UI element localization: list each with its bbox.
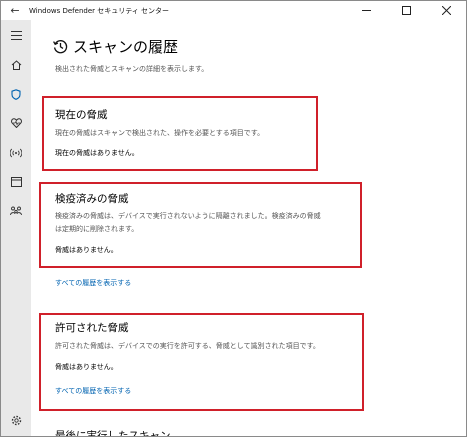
nav-item-device-health[interactable] [1,112,31,134]
section-status: 現在の脅威はありません。 [55,149,139,157]
maximize-button[interactable] [386,1,426,20]
close-icon [441,6,451,15]
last-scan-heading: 最後に実行したスキャン [55,430,171,437]
main-content: スキャンの履歴 検出された脅威とスキャンの詳細を表示します。 現在の脅威 現在の… [31,20,466,437]
home-icon [11,60,21,70]
browser-window-icon [10,177,22,187]
section-description: 現在の脅威はスキャンで検出された、操作を必要とする項目です。 [55,129,265,137]
minimize-button[interactable] [346,1,386,20]
quarantined-view-history-link[interactable]: すべての履歴を表示する [55,278,131,288]
nav-item-firewall[interactable] [1,142,31,164]
gear-icon [11,415,21,425]
section-allowed-threats: 許可された脅威 許可された脅威は、デバイスでの実行を許可する、脅威として識別され… [55,320,320,396]
wireless-icon [10,148,22,158]
title-bar: ← Windows Defender セキュリティ センター [1,1,466,20]
page-title: スキャンの履歴 [73,38,179,56]
menu-button[interactable] [1,24,31,46]
heart-icon [10,118,22,128]
section-description-line1: 検疫済みの脅威は、デバイスで実行されないように隔離されました。検疫済みの脅威 [55,212,321,220]
page-subtitle: 検出された脅威とスキャンの詳細を表示します。 [55,65,209,73]
section-heading: 許可された脅威 [55,322,129,334]
app-window: ← Windows Defender セキュリティ センター スキャンの履歴 検… [0,0,467,437]
close-button[interactable] [426,1,466,20]
nav-item-home[interactable] [1,54,31,76]
history-clock-icon [53,40,68,54]
nav-item-virus-protection[interactable] [1,83,31,105]
hamburger-icon [10,30,22,40]
minimize-icon [361,10,371,11]
section-heading: 検疫済みの脅威 [55,193,129,205]
nav-item-app-browser[interactable] [1,171,31,193]
section-heading: 現在の脅威 [55,109,108,121]
nav-item-settings[interactable] [1,409,31,431]
window-title: Windows Defender セキュリティ センター [29,6,170,15]
shield-icon [11,88,21,100]
back-button[interactable]: ← [1,1,29,20]
section-description: 許可された脅威は、デバイスでの実行を許可する、脅威として識別された項目です。 [55,342,320,350]
allowed-view-history-link[interactable]: すべての履歴を表示する [55,386,320,396]
family-icon [10,206,22,216]
nav-rail [1,20,31,436]
maximize-icon [401,6,411,15]
section-current-threats: 現在の脅威 現在の脅威はスキャンで検出された、操作を必要とする項目です。 現在の… [55,107,264,158]
nav-item-family-options[interactable] [1,200,31,222]
section-quarantined-threats: 検疫済みの脅威 検疫済みの脅威は、デバイスで実行されないように隔離されました。検… [55,191,321,255]
section-status: 脅威はありません。 [55,363,118,371]
section-description-line2: は定期的に削除されます。 [55,225,139,233]
page-header: スキャンの履歴 [53,36,178,57]
section-status: 脅威はありません。 [55,246,118,254]
